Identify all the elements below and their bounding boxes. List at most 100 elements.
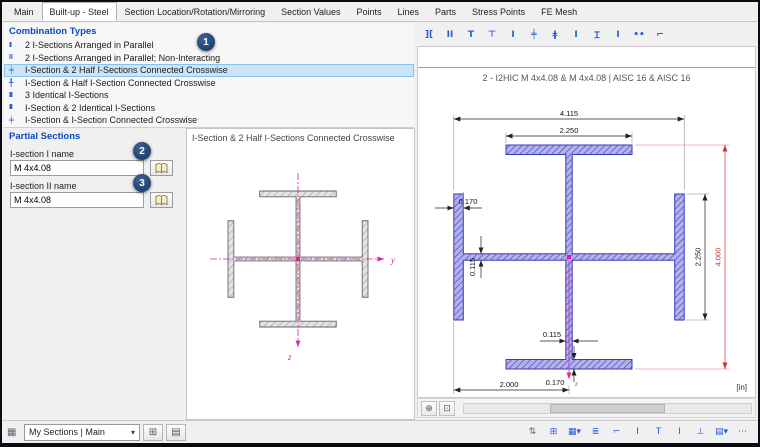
pan-icon[interactable]: ⊡: [439, 400, 455, 416]
combination-type-label: 2 I-Sections Arranged in Parallel; Non-I…: [25, 52, 221, 63]
tab-parts[interactable]: Parts: [427, 2, 464, 21]
section-drawing-area[interactable]: 2 - I2HIC M 4x4.08 & M 4x4.08 | AISC 16 …: [417, 46, 756, 398]
combination-type-label: I-Section & Half I-Section Connected Cro…: [25, 77, 216, 88]
i-section-1-input[interactable]: [10, 160, 144, 176]
i-section-2-label: I-section II name: [10, 181, 77, 191]
horizontal-scrollbar[interactable]: [463, 402, 752, 414]
sort-icon[interactable]: ⇅: [522, 424, 543, 441]
outline-icon[interactable]: Ι: [627, 424, 648, 441]
type-cross-icon[interactable]: ╪: [524, 25, 544, 44]
type-two-dots-icon[interactable]: ••: [629, 25, 649, 44]
dim-bottom-flange-thickness-label: 0.170: [546, 378, 565, 387]
statusbar-left-buttons: ⊞ ▤: [143, 423, 186, 441]
type-i-plain-icon[interactable]: I: [566, 25, 586, 44]
dim-bottom-half-width-label: 2.000: [500, 380, 519, 389]
centroid-marker: [566, 254, 572, 260]
type-i-stiffened-icon[interactable]: ǂ: [545, 25, 565, 44]
z-axis-label: z: [287, 352, 292, 362]
dialog-body: Main Built-up - Steel Section Location/R…: [2, 2, 758, 443]
show-values-icon[interactable]: ≣: [585, 424, 606, 441]
render-mode-icon[interactable]: ▦▾: [564, 424, 585, 441]
axes-icon[interactable]: Ι: [669, 424, 690, 441]
dim-top-flange-width-label: 2.250: [560, 126, 579, 135]
tab-built-up-steel[interactable]: Built-up - Steel: [41, 2, 117, 21]
statusbar-right-icons: ⇅ ⊞ ▦▾ ≣ ⌐ Ι Τ Ι ⊥ ▤▾ ⋯: [522, 424, 753, 441]
scrollbar-thumb[interactable]: [550, 403, 665, 413]
dim-overall-width-label: 4.115: [560, 109, 578, 118]
type-tee-icon[interactable]: Τ: [461, 25, 481, 44]
section-drawing: 4.115 2.250 0.170 0.115 2.250 4.000 0.11…: [435, 109, 747, 394]
tab-stress-points[interactable]: Stress Points: [464, 2, 533, 21]
combination-types-list: ΙΙ 2 I-Sections Arranged in Parallel Ι Ι…: [4, 39, 414, 127]
split-view-icon[interactable]: ⊞: [543, 424, 564, 441]
library-book-icon: [155, 162, 168, 173]
combination-type-label: 3 Identical I-Sections: [25, 90, 109, 101]
callout-2: 2: [133, 142, 151, 160]
combination-type-label: I-Section & 2 Half I-Sections Connected …: [25, 65, 228, 76]
drawing-bottom-bar: ⊕ ⊡: [417, 398, 756, 418]
i-section-1-label: I-section I name: [10, 149, 75, 159]
chevron-down-icon: ▾: [130, 427, 135, 437]
dim-right-flange-height-label: 2.250: [694, 248, 703, 267]
combination-type-label: I-Section & I-Section Connected Crosswis…: [25, 115, 198, 126]
tab-section-location[interactable]: Section Location/Rotation/Mirroring: [117, 2, 274, 21]
combo-i-half-crosswise[interactable]: ╀ I-Section & Half I-Section Connected C…: [4, 77, 414, 90]
dimensions-icon[interactable]: Τ: [648, 424, 669, 441]
type-channel-icon[interactable]: ⌐: [650, 25, 670, 44]
sections-dropdown-value: My Sections | Main: [29, 427, 105, 437]
combination-type-label: 2 I-Sections Arranged in Parallel: [25, 40, 154, 51]
type-i-narrow-icon[interactable]: Ι: [608, 25, 628, 44]
tab-section-values[interactable]: Section Values: [273, 2, 348, 21]
centroid-marker: [295, 256, 300, 261]
sections-dropdown[interactable]: My Sections | Main ▾: [24, 423, 140, 441]
i-section-2-library-button[interactable]: [150, 192, 173, 208]
type-two-i-parallel-icon[interactable]: ΙΙ: [440, 25, 460, 44]
i-section-1-library-button[interactable]: [150, 160, 173, 176]
combination-type-label: I-Section & 2 Identical I-Sections: [25, 102, 156, 113]
i-section-2-input[interactable]: [10, 192, 144, 208]
section-type-icon: ΙΙΙ: [9, 91, 13, 99]
combo-i-2-identical-i[interactable]: ΙΙΙ I-Section & 2 Identical I-Sections: [4, 102, 414, 115]
tab-fe-mesh[interactable]: FE Mesh: [533, 2, 585, 21]
sections-grid-icon: ▦: [7, 426, 17, 438]
view-buttons: ⊕ ⊡: [421, 400, 455, 416]
display-settings-icon[interactable]: ▤▾: [711, 424, 732, 441]
combo-i-2half-crosswise[interactable]: ╪ I-Section & 2 Half I-Sections Connecte…: [4, 64, 414, 77]
rsection-window: Main Built-up - Steel Section Location/R…: [0, 0, 760, 447]
section-type-icon: ╀: [9, 79, 13, 87]
dim-left-flange-thickness-label: 0.170: [459, 197, 478, 206]
partial-sections-header: Partial Sections: [9, 131, 81, 142]
combo-2-i-parallel-noninteracting[interactable]: Ι Ι 2 I-Sections Arranged in Parallel; N…: [4, 52, 414, 65]
open-folder-icon[interactable]: ▤: [166, 423, 186, 441]
i-section-1-row: [10, 160, 179, 177]
preview-panel[interactable]: I-Section & 2 Half I-Sections Connected …: [186, 128, 415, 420]
type-tee-top-icon[interactable]: ⊤: [482, 25, 502, 44]
tab-main[interactable]: Main: [6, 2, 42, 21]
type-i-icon[interactable]: Ι: [503, 25, 523, 44]
z-axis-label: z: [574, 380, 578, 388]
partial-sections-panel: Partial Sections I-section I name I-sect…: [4, 128, 185, 420]
section-type-icon: ΙΙ: [9, 41, 12, 49]
tab-points[interactable]: Points: [349, 2, 390, 21]
preview-drawing: y z: [210, 173, 395, 362]
i-section-2-row: [10, 192, 179, 209]
type-i-plate-icon[interactable]: Ɪ: [587, 25, 607, 44]
zoom-extents-icon[interactable]: ⊕: [421, 400, 437, 416]
section-type-icon: ╪: [9, 66, 14, 74]
dim-left-web-thickness-label: 0.115: [468, 258, 477, 276]
tab-lines[interactable]: Lines: [390, 2, 428, 21]
section-type-icon: ΙΙΙ: [9, 104, 13, 112]
supports-icon[interactable]: ⊥: [690, 424, 711, 441]
new-favorite-icon[interactable]: ⊞: [143, 423, 163, 441]
combo-3-identical-i[interactable]: ΙΙΙ 3 Identical I-Sections: [4, 89, 414, 102]
more-options-icon[interactable]: ⋯: [732, 424, 753, 441]
dim-bottom-web-thickness-label: 0.115: [543, 330, 561, 339]
type-two-channels-icon[interactable]: ][: [419, 25, 439, 44]
preview-title: I-Section & 2 Half I-Sections Connected …: [192, 133, 395, 143]
status-bar: ▦ My Sections | Main ▾ ⊞ ▤ ⇅ ⊞ ▦▾ ≣ ⌐ Ι …: [2, 420, 758, 443]
stress-points-icon[interactable]: ⌐: [606, 424, 627, 441]
combo-i-i-crosswise[interactable]: ╪ I-Section & I-Section Connected Crossw…: [4, 114, 414, 127]
callout-1: 1: [197, 33, 215, 51]
drawing-title: 2 - I2HIC M 4x4.08 & M 4x4.08 | AISC 16 …: [482, 73, 691, 83]
tab-bar: Main Built-up - Steel Section Location/R…: [2, 2, 758, 22]
